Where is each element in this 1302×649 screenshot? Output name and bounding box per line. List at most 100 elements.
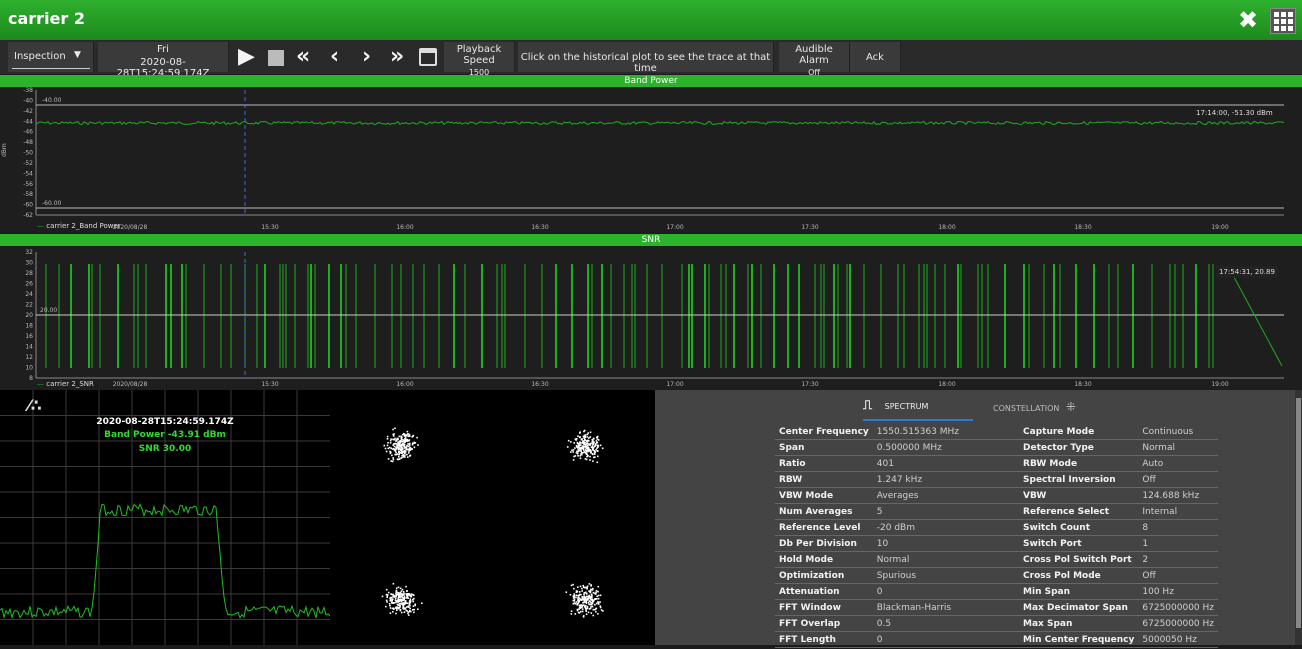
constellation-point <box>392 595 394 598</box>
parameter-value: Spurious <box>872 567 1020 584</box>
snr-y-tick: 14 <box>25 344 33 351</box>
constellation-point <box>390 599 392 601</box>
snr-chart[interactable]: 32 30 28 26 24 22 20 18 16 14 12 10 8 2020/08/28 15:3… <box>0 246 1302 390</box>
tab-spectrum[interactable]: ⎍ SPECTRUM <box>863 398 928 413</box>
constellation-point <box>389 439 392 442</box>
constellation-point <box>586 592 588 595</box>
parameter-label: Max Decimator Span <box>1019 599 1139 616</box>
constellation-point <box>588 440 590 442</box>
constellation-point <box>385 605 387 608</box>
constellation-point <box>573 587 575 590</box>
parameter-value: Blackman-Harris <box>872 599 1020 616</box>
constellation-point <box>574 603 577 605</box>
constellation-point <box>583 434 586 437</box>
play-icon[interactable]: ▶ <box>238 46 255 68</box>
constellation-point <box>589 603 591 606</box>
constellation-point <box>400 439 402 442</box>
constellation-point <box>392 602 394 604</box>
constellation-point <box>421 602 423 604</box>
constellation-point <box>585 449 587 451</box>
spectrum-view[interactable]: ⁄∴ 2020-08-28T15:24:59.174Z Band Power -… <box>0 390 331 645</box>
parameter-value: 124.688 kHz <box>1138 487 1219 504</box>
constellation-point <box>397 601 399 604</box>
constellation-point <box>399 594 401 597</box>
snr-x-tick: 17:30 <box>801 381 818 388</box>
ack-button[interactable]: Ack <box>850 42 901 72</box>
constellation-point <box>595 449 597 451</box>
constellation-point <box>408 435 411 437</box>
mode-dropdown[interactable]: Inspection ▼ <box>8 42 94 72</box>
constellation-point <box>395 601 397 604</box>
constellation-point <box>411 443 414 446</box>
parameter-label: Center Frequency <box>775 424 873 440</box>
parameter-label: Span <box>775 439 873 456</box>
band-power-legend: — carrier 2_Band Power <box>37 222 121 230</box>
parameter-value: 401 <box>872 455 1020 472</box>
constellation-point <box>409 598 412 600</box>
audible-alarm-toggle[interactable]: Audible Alarm Off <box>779 42 850 77</box>
fast-forward-icon[interactable]: » <box>390 46 404 68</box>
parameter-label: FFT Overlap <box>775 615 873 632</box>
snr-plot[interactable]: 32 30 28 26 24 22 20 18 16 14 12 10 8 2020/08/28 15:3… <box>0 246 1302 390</box>
constellation-point <box>595 602 598 605</box>
parameters-scrollbar[interactable] <box>1295 390 1302 645</box>
constellation-point <box>572 459 575 461</box>
constellation-point <box>399 605 401 607</box>
spectrum-settings-icon[interactable]: ⁄∴ <box>28 396 42 415</box>
constellation-point <box>395 440 397 442</box>
snr-y-tick: 16 <box>25 333 33 340</box>
snr-x-tick: 19:00 <box>1211 381 1228 388</box>
constellation-point <box>400 443 402 446</box>
spectrum-chart[interactable] <box>0 390 331 645</box>
band-power-chart[interactable]: -38-40-42-44-46-48-50-52-54-56-58-60-62 … <box>0 87 1302 232</box>
constellation-view[interactable] <box>330 390 655 645</box>
step-back-icon[interactable]: ‹ <box>330 46 339 68</box>
step-forward-icon[interactable]: › <box>362 46 371 68</box>
constellation-point <box>409 446 411 449</box>
constellation-point <box>405 593 408 596</box>
parameter-label: Ratio <box>775 455 873 472</box>
constellation-point <box>566 446 569 448</box>
tab-constellation[interactable]: CONSTELLATION ⁜ <box>993 400 1076 414</box>
constellation-point <box>591 598 593 601</box>
constellation-point <box>394 437 396 440</box>
constellation-point <box>395 600 398 602</box>
constellation-point <box>417 444 419 446</box>
band-power-plot[interactable]: -38 -40 -42 -44 -46 -48 -50 -52 -54 -56 -58 -60 -62 … <box>0 87 1302 232</box>
parameter-row: Attenuation 0 Min Span 100 Hz <box>775 583 1219 600</box>
constellation-point <box>597 585 600 588</box>
constellation-point <box>401 588 404 591</box>
constellation-point <box>594 443 597 445</box>
constellation-point <box>383 444 386 447</box>
constellation-point <box>574 447 576 449</box>
constellation-point <box>402 442 404 445</box>
constellation-point <box>583 592 585 594</box>
datetime-picker[interactable]: Fri 2020-08-28T15:24:59.174Z <box>98 42 229 79</box>
snr-y-tick: 32 <box>25 249 33 256</box>
calendar-clock-icon[interactable] <box>419 48 437 66</box>
constellation-point <box>405 434 408 437</box>
constellation-point <box>400 457 402 459</box>
constellation-point <box>408 443 411 445</box>
grid-menu-icon[interactable] <box>1270 8 1296 34</box>
scrollbar-thumb[interactable] <box>1296 398 1301 628</box>
constellation-point <box>578 444 580 447</box>
constellation-point <box>589 436 592 438</box>
snr-x-tick: 17:00 <box>666 381 683 388</box>
snr-y-tick: 8 <box>29 375 33 382</box>
playback-speed-control[interactable]: Playback Speed 1500 <box>444 42 515 77</box>
constellation-point <box>404 441 406 444</box>
constellation-point <box>385 599 388 602</box>
fast-rewind-icon[interactable]: « <box>296 46 310 68</box>
constellation-point <box>396 591 398 593</box>
constellation-point <box>588 583 591 585</box>
close-icon[interactable]: ✖ <box>1236 8 1260 32</box>
parameter-row: Ratio 401 RBW Mode Auto <box>775 455 1219 472</box>
constellation-point <box>578 596 580 599</box>
constellation-point <box>395 451 397 454</box>
constellation-point <box>583 450 586 453</box>
constellation-point <box>385 450 388 453</box>
stop-icon[interactable] <box>268 50 284 66</box>
snr-y-tick: 28 <box>25 270 33 277</box>
constellation-point <box>386 601 388 603</box>
